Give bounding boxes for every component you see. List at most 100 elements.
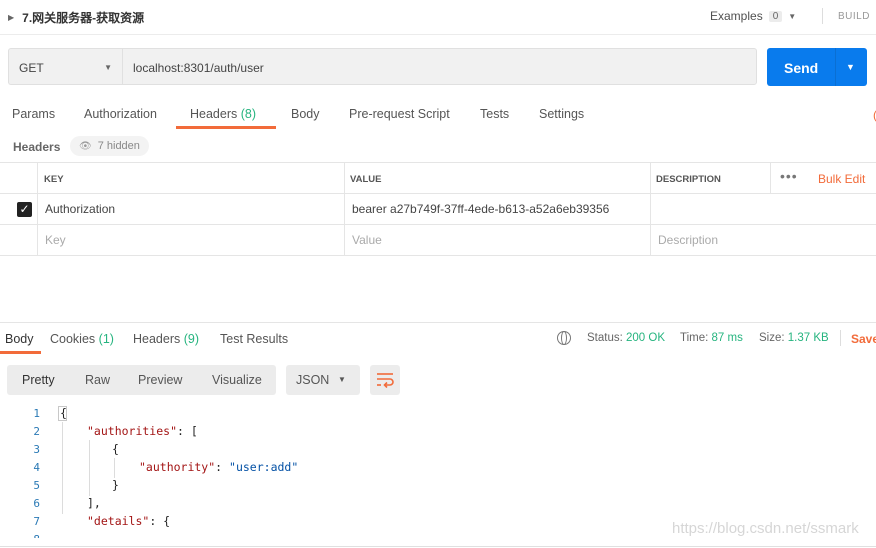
tab-settings[interactable]: Settings — [539, 107, 584, 121]
line-number: 6 — [33, 497, 40, 510]
send-divider — [835, 48, 836, 86]
globe-icon[interactable] — [557, 331, 571, 345]
expand-caret-icon[interactable]: ▶ — [8, 13, 14, 22]
wrap-lines-button[interactable] — [370, 365, 400, 395]
json-key: "authority" — [139, 460, 216, 474]
code-line: "authority": "user:add" — [139, 460, 298, 474]
code-line: { — [112, 442, 119, 456]
tab-pre-request-script[interactable]: Pre-request Script — [349, 107, 450, 121]
column-header-value: VALUE — [350, 174, 382, 185]
tab-tests[interactable]: Tests — [480, 107, 509, 121]
method-select[interactable]: GET ▼ — [8, 48, 122, 85]
tab-params[interactable]: Params — [12, 107, 55, 121]
divider — [822, 8, 823, 24]
format-segmented-control: Pretty Raw Preview Visualize — [7, 365, 276, 395]
indent-guide — [62, 422, 63, 514]
hidden-count-label: 7 hidden — [97, 140, 140, 152]
bracket-match-highlight — [58, 406, 67, 421]
status-info: Status: 200 OK — [587, 332, 665, 344]
header-enabled-checkbox[interactable]: ✓ — [17, 202, 32, 217]
bulk-edit-link[interactable]: Bulk Edit — [818, 172, 865, 186]
chevron-down-icon: ▼ — [104, 63, 112, 72]
response-tab-cookies[interactable]: Cookies (1) — [50, 332, 114, 346]
size-value: 1.37 KB — [787, 332, 829, 344]
divider — [840, 330, 841, 346]
hidden-headers-toggle[interactable]: 👁 7 hidden — [70, 136, 149, 156]
url-value: localhost:8301/auth/user — [133, 61, 264, 75]
response-divider — [0, 322, 876, 323]
request-name[interactable]: 7.网关服务器-获取资源 — [22, 9, 144, 26]
tab-label: Authorization — [84, 107, 157, 121]
active-response-tab-indicator — [0, 351, 41, 354]
build-button[interactable]: BUILD — [838, 11, 870, 22]
tab-label: Body — [291, 107, 320, 121]
tab-label: Params — [12, 107, 56, 121]
indent-guide — [114, 458, 115, 478]
code-token: { — [112, 442, 119, 456]
tab-label: Settings — [539, 107, 585, 121]
response-body-viewer[interactable]: 1 2 3 4 5 6 7 8 { "authorities": [ { "au… — [0, 400, 876, 538]
code-line: "authorities": [ — [87, 424, 198, 438]
format-raw[interactable]: Raw — [85, 373, 110, 387]
time-info: Time: 87 ms — [680, 332, 743, 344]
new-description-input[interactable]: Description — [658, 233, 718, 247]
send-label: Send — [784, 60, 819, 76]
status-value: 200 OK — [626, 332, 666, 344]
headers-section-title: Headers — [13, 140, 61, 154]
format-pretty[interactable]: Pretty — [22, 373, 55, 387]
tab-authorization[interactable]: Authorization — [84, 107, 157, 121]
divider — [0, 546, 876, 547]
send-button[interactable]: Send ▼ — [767, 48, 867, 86]
tab-headers[interactable]: Headers (8) — [190, 107, 256, 121]
header-key-cell[interactable]: Authorization — [45, 202, 115, 216]
response-tab-headers[interactable]: Headers (9) — [133, 332, 199, 346]
size-info: Size: 1.37 KB — [759, 332, 829, 344]
headers-table: KEY VALUE DESCRIPTION ••• Bulk Edit ✓ Au… — [0, 162, 876, 256]
response-tab-body[interactable]: Body — [5, 332, 34, 346]
column-header-description: DESCRIPTION — [656, 174, 721, 185]
tab-label: Tests — [480, 107, 510, 121]
code-line: } — [112, 478, 119, 492]
response-tab-test-results[interactable]: Test Results — [220, 332, 288, 346]
line-number: 5 — [33, 479, 40, 492]
tab-label: Test Results — [220, 332, 289, 346]
send-options-chevron-icon[interactable]: ▼ — [846, 62, 855, 72]
time-label: Time: — [680, 332, 709, 344]
active-tab-indicator — [176, 126, 276, 129]
tab-count: (8) — [240, 107, 257, 121]
json-key: "authorities" — [87, 424, 178, 438]
tab-count: (1) — [98, 332, 114, 346]
line-number: 3 — [33, 443, 40, 456]
examples-dropdown[interactable]: Examples 0 ▼ — [710, 9, 796, 23]
format-type-value: JSON — [296, 373, 330, 387]
examples-label: Examples — [710, 9, 763, 23]
column-header-key: KEY — [44, 174, 64, 185]
json-key: "details" — [87, 514, 150, 528]
eye-icon: 👁 — [79, 140, 92, 152]
request-title[interactable]: ▶ 7.网关服务器-获取资源 — [8, 9, 144, 26]
method-value: GET — [19, 61, 44, 75]
chevron-down-icon: ▼ — [338, 375, 346, 384]
format-type-select[interactable]: JSON ▼ — [286, 365, 360, 395]
wrap-lines-icon — [377, 373, 394, 388]
line-number: 4 — [33, 461, 40, 474]
line-number: 1 — [33, 407, 40, 420]
size-label: Size: — [759, 332, 785, 344]
line-number: 2 — [33, 425, 40, 438]
code-token: : { — [149, 514, 171, 528]
save-response-button[interactable]: Save — [851, 332, 876, 346]
examples-count-badge: 0 — [768, 10, 783, 22]
format-visualize[interactable]: Visualize — [212, 373, 262, 387]
tab-label: Headers — [190, 107, 238, 121]
new-value-input[interactable]: Value — [352, 233, 382, 247]
code-line: "details": { — [87, 514, 170, 528]
url-input[interactable]: localhost:8301/auth/user — [122, 48, 757, 85]
code-token: } — [112, 478, 119, 492]
code-token: ], — [87, 496, 101, 510]
new-key-input[interactable]: Key — [45, 233, 66, 247]
format-preview[interactable]: Preview — [138, 373, 182, 387]
tab-body[interactable]: Body — [291, 107, 320, 121]
tab-count: (9) — [183, 332, 200, 346]
more-options-icon[interactable]: ••• — [780, 168, 798, 184]
header-value-cell[interactable]: bearer a27b749f-37ff-4ede-b613-a52a6eb39… — [352, 202, 609, 216]
